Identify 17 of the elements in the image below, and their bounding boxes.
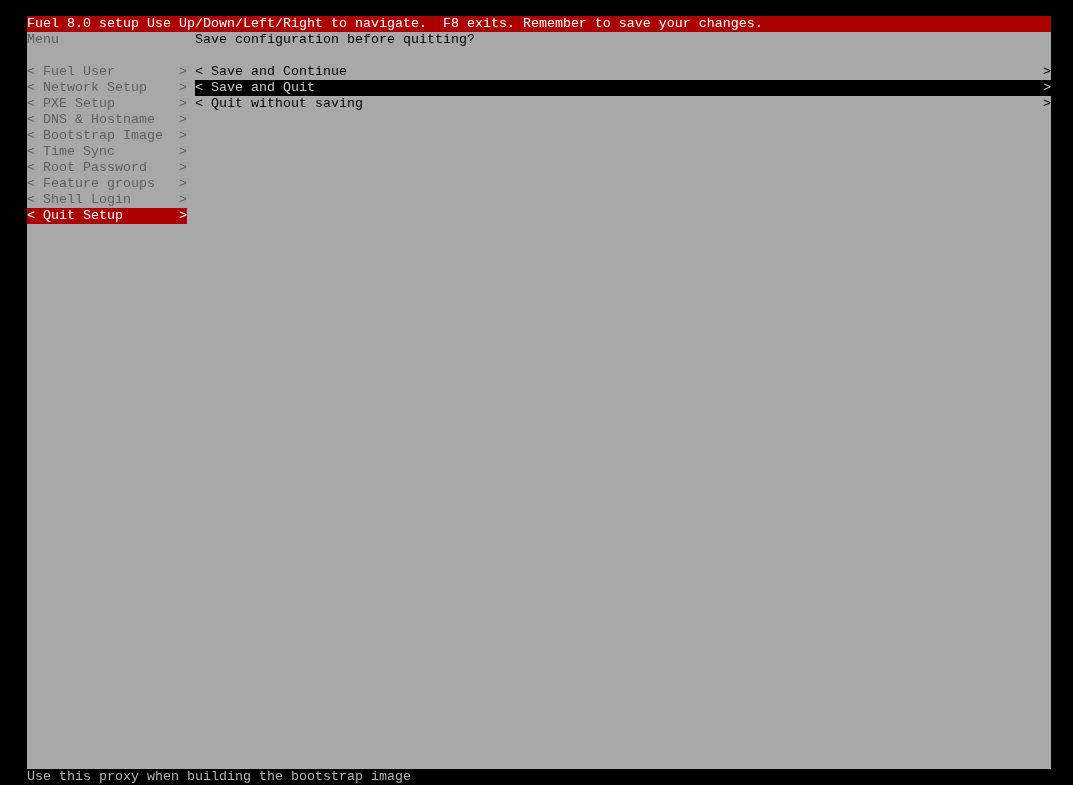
header-bar: Fuel 8.0 setup Use Up/Down/Left/Right to navigate. F8 exits. Remember to save your changes. [27, 16, 1051, 32]
menu-item[interactable]: < Feature groups > [27, 176, 187, 192]
status-text: Use this proxy when building the bootstrap image [27, 769, 411, 785]
menu-item[interactable]: < Quit Setup > [27, 208, 187, 224]
option-item[interactable]: < Save and Quit > [195, 80, 1051, 96]
menu-item[interactable]: < DNS & Hostname > [27, 112, 187, 128]
option-item[interactable]: < Quit without saving > [195, 96, 1051, 112]
menu-title: Menu [27, 32, 59, 48]
menu-item[interactable]: < Bootstrap Image > [27, 128, 187, 144]
option-item[interactable]: < Save and Continue > [195, 64, 1051, 80]
menu-item[interactable]: < Fuel User > [27, 64, 187, 80]
menu-item[interactable]: < Root Password > [27, 160, 187, 176]
menu-item[interactable]: < Shell Login > [27, 192, 187, 208]
menu-item[interactable]: < Network Setup > [27, 80, 187, 96]
menu-item[interactable]: < Time Sync > [27, 144, 187, 160]
question-text: Save configuration before quitting? [195, 32, 475, 48]
menu-item[interactable]: < PXE Setup > [27, 96, 187, 112]
